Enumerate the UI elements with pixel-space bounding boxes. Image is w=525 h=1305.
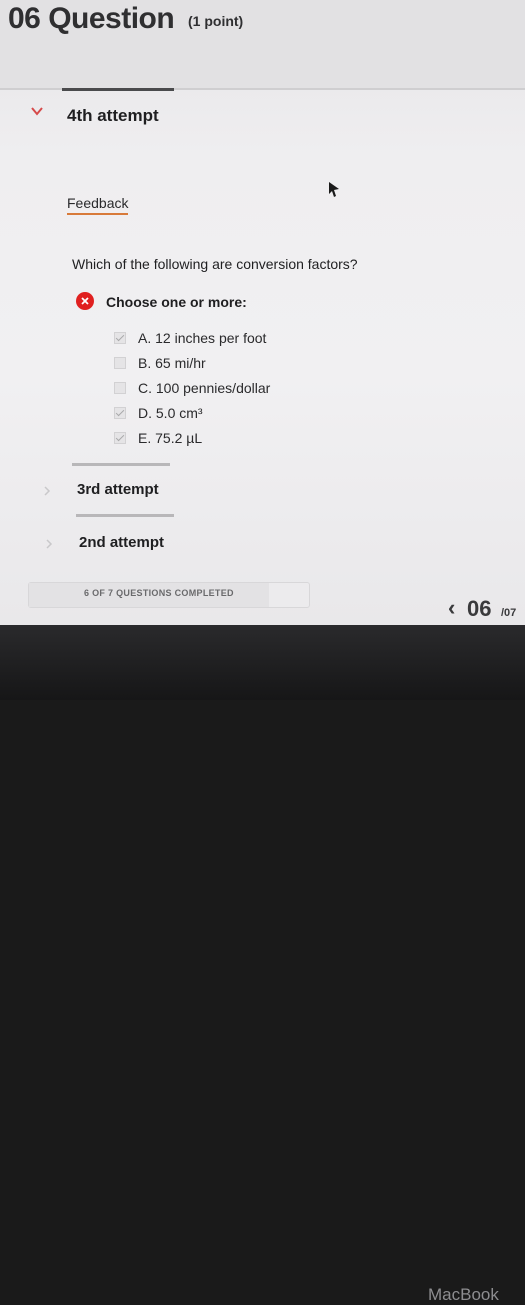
device-brand-label: MacBook (428, 1285, 499, 1304)
option-d-checkbox[interactable] (114, 406, 126, 419)
current-question-number: 06 (467, 596, 492, 621)
attempt-divider-3rd (72, 463, 170, 466)
question-points: (1 point) (188, 13, 244, 29)
option-a-text: 12 inches per foot (155, 329, 267, 346)
option-b-checkbox[interactable] (114, 356, 126, 369)
feedback-tab[interactable]: Feedback (67, 195, 129, 215)
option-e-label: E. (138, 429, 152, 446)
attempt-divider (62, 88, 174, 91)
question-title: 06 Question (8, 2, 175, 35)
attempt-divider-2nd (76, 514, 174, 517)
total-questions: /07 (501, 607, 517, 619)
progress-indicator: 6 OF 7 QUESTIONS COMPLETED (28, 582, 310, 608)
attempt-header-3rd[interactable]: 3rd attempt (77, 481, 159, 498)
option-c[interactable]: C. 100 pennies/dollar (114, 375, 270, 400)
choose-instruction: Choose one or more: (106, 294, 247, 310)
progress-text: 6 OF 7 QUESTIONS COMPLETED (84, 588, 234, 598)
option-b-text: 65 mi/hr (155, 354, 206, 371)
mouse-cursor-icon (329, 182, 339, 197)
option-a[interactable]: A. 12 inches per foot (114, 325, 270, 350)
option-a-checkbox[interactable] (114, 331, 126, 344)
chevron-down-icon[interactable] (30, 104, 44, 118)
option-d-label: D. (138, 404, 152, 421)
chevron-right-icon[interactable] (42, 486, 52, 496)
chevron-right-icon[interactable] (44, 539, 54, 549)
option-d-text: 5.0 cm³ (155, 404, 203, 421)
option-e-checkbox[interactable] (114, 431, 126, 444)
option-d[interactable]: D. 5.0 cm³ (114, 400, 270, 425)
wrong-answer-icon (76, 292, 94, 310)
option-c-text: 100 pennies/dollar (155, 379, 271, 396)
question-prompt: Which of the following are conversion fa… (72, 256, 358, 272)
laptop-bezel: MacBook (0, 625, 525, 1304)
option-c-label: C. (138, 379, 152, 396)
option-b-label: B. (138, 354, 152, 371)
option-c-checkbox[interactable] (114, 381, 126, 394)
question-header: 06 Question (1 point) (0, 0, 525, 90)
previous-question-button[interactable]: ‹ (448, 597, 455, 619)
option-a-label: A. (138, 329, 152, 346)
option-e[interactable]: E. 75.2 µL (114, 425, 270, 450)
answer-options: A. 12 inches per foot B. 65 mi/hr C. 100… (114, 325, 270, 450)
option-e-text: 75.2 µL (155, 429, 203, 446)
quiz-screen: 06 Question (1 point) 4th attempt Feedba… (0, 0, 525, 625)
option-b[interactable]: B. 65 mi/hr (114, 350, 270, 375)
attempt-header-4th[interactable]: 4th attempt (67, 106, 159, 126)
attempt-header-2nd[interactable]: 2nd attempt (79, 534, 164, 551)
